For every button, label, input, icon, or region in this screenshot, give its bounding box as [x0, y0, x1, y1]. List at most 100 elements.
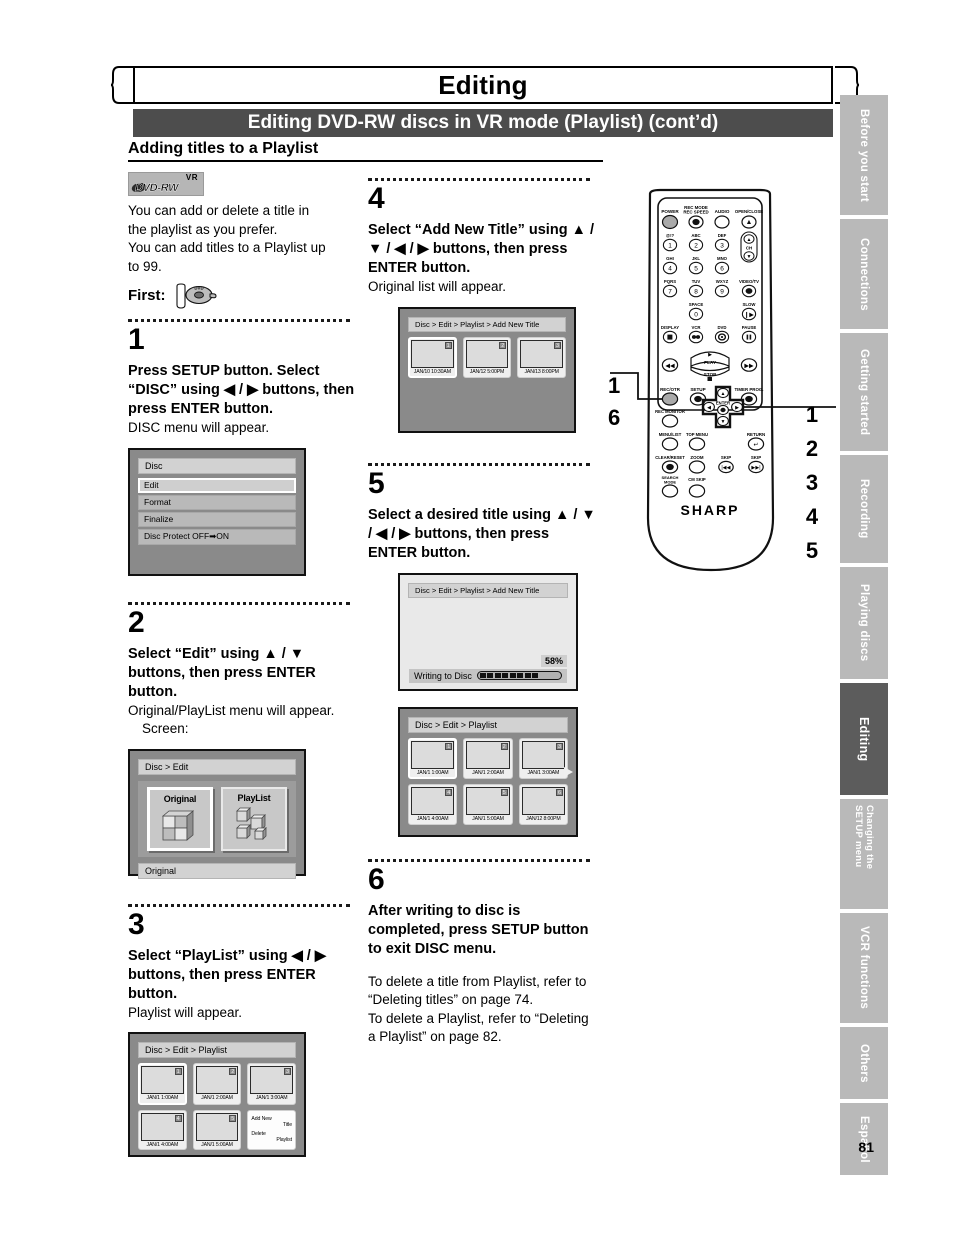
thumb-index: 2	[499, 341, 507, 349]
menu-item-disc-protect[interactable]: Disc Protect OFF➡ON	[138, 528, 296, 545]
svg-text:SHARP: SHARP	[680, 502, 739, 518]
playlist-thumb[interactable]: 2 JAN/1 2:00AM	[192, 1063, 242, 1105]
thumb-caption: JAN/1 3:00AM	[527, 769, 560, 776]
original-thumb[interactable]: 1 JAN/10 10:30AM	[408, 336, 457, 378]
playlist-thumb[interactable]: 3 JAN/1 3:00AM	[518, 737, 568, 779]
thumb-image: 6	[521, 787, 565, 815]
card-original[interactable]: Original	[147, 786, 213, 851]
intro-line-4: to 99.	[128, 258, 162, 274]
menu-item-format[interactable]: Format	[138, 494, 296, 510]
playlist-cubes-icon	[231, 805, 277, 845]
dvd-rw-vr-badge: VR DVD-RW	[128, 172, 204, 196]
svg-text:RETURN: RETURN	[747, 432, 765, 437]
osd-breadcrumb: Disc > Edit > Playlist	[408, 716, 568, 733]
menu-item-edit[interactable]: Edit	[138, 477, 296, 493]
step-number-4: 4	[368, 182, 385, 215]
svg-text:REC/OTR: REC/OTR	[660, 387, 681, 392]
svg-text:TUV: TUV	[692, 279, 701, 284]
menu-item-finalize[interactable]: Finalize	[138, 511, 296, 527]
first-requirement-row: First: DVD	[128, 283, 356, 309]
thumb-caption: JAN/10 10:30AM	[413, 368, 451, 375]
thumb-image: 3	[250, 1066, 293, 1094]
step-1-instruction: Press SETUP button. Select “DISC” using …	[128, 363, 355, 417]
original-thumb[interactable]: 2 JAN/12 5:00PM	[462, 336, 512, 378]
step-number-5: 5	[368, 466, 385, 500]
thumb-caption: JAN/1 3:00AM	[255, 1095, 288, 1101]
sidebar-tab-vcr-functions[interactable]: VCR functions	[840, 913, 888, 1023]
svg-text:DEF: DEF	[718, 233, 727, 238]
playlist-thumb[interactable]: 5 JAN/1 5:00AM	[463, 784, 513, 825]
svg-text:▶▶|: ▶▶|	[751, 465, 760, 471]
thumb-caption: JAN/1 2:00AM	[472, 769, 504, 776]
step-separator	[128, 903, 350, 907]
step-6-note-2: To delete a Playlist, refer to “Deleting…	[368, 1010, 589, 1045]
svg-text:MNO: MNO	[717, 256, 728, 261]
badge-disc-label: DVD-RW	[135, 182, 179, 194]
playlist-thumb[interactable]: 6 JAN/12 8:00PM	[518, 784, 568, 825]
thumb-caption: JAN/12 5:00PM	[469, 368, 505, 375]
playlist-action-cell[interactable]: Add New Title Delete Playlist	[247, 1109, 296, 1150]
thumb-image: 1	[141, 1066, 184, 1094]
sidebar-tab-changing-setup-menu[interactable]: Changing the SETUP menu	[840, 799, 888, 909]
playlist-thumb[interactable]: 2 JAN/1 2:00AM	[463, 737, 513, 779]
disc-and-remote-icon: DVD	[174, 283, 218, 309]
thumb-image: 1	[411, 339, 454, 368]
badge-vr-label: VR	[185, 173, 198, 182]
thumb-image: 3	[520, 339, 563, 368]
sidebar-tab-editing[interactable]: Editing	[840, 683, 888, 795]
writing-status-bar: Writing to Disc	[409, 668, 567, 683]
svg-text:▲: ▲	[746, 219, 753, 226]
svg-text:SKIP: SKIP	[721, 455, 731, 460]
card-playlist[interactable]: PlayList	[221, 786, 287, 851]
step-5-instruction: Select a desired title using ▲ / ▼ / ◀ /…	[368, 506, 596, 561]
playlist-thumb[interactable]: 4 JAN/1 4:00AM	[408, 784, 458, 825]
page-number: 81	[858, 1139, 874, 1155]
progress-bar	[476, 671, 562, 680]
original-cube-icon	[157, 806, 203, 846]
thumb-image: 4	[141, 1112, 184, 1141]
thumb-caption: JAN/1 4:00AM	[416, 816, 449, 822]
sidebar-tab-getting-started[interactable]: Getting started	[840, 333, 888, 451]
osd-original-playlist: Disc > Edit Original PlayList Original	[128, 748, 306, 879]
original-thumb[interactable]: 3 JAN/13 8:00PM	[517, 336, 566, 378]
svg-text:▲: ▲	[721, 391, 726, 397]
osd-playlist-grid-after: Disc > Edit > Playlist 1 JAN/1 1:00AM 2 …	[398, 706, 578, 837]
svg-text:3: 3	[720, 243, 724, 250]
osd-add-new-title-list: Disc > Edit > Playlist > Add New Title 1…	[398, 306, 576, 433]
thumb-index: 3	[554, 341, 561, 349]
playlist-thumb[interactable]: 1 JAN/1 1:00AM	[138, 1063, 187, 1105]
thumb-image: 5	[466, 787, 510, 815]
playlist-thumb[interactable]: 5 JAN/1 5:00AM	[192, 1109, 242, 1150]
callout-right-1: 1	[805, 402, 819, 427]
sidebar-tab-before-you-start[interactable]: Before you start	[840, 95, 888, 215]
thumb-caption: JAN/1 5:00AM	[201, 1141, 233, 1148]
svg-text:STOP: STOP	[704, 372, 716, 377]
svg-text:@!?: @!?	[666, 233, 675, 238]
svg-text:▶▶: ▶▶	[744, 364, 754, 370]
svg-text:OPEN/CLOSE: OPEN/CLOSE	[735, 209, 763, 214]
section-title: Editing DVD-RW discs in VR mode (Playlis…	[247, 112, 719, 133]
osd-breadcrumb: Disc > Edit > Playlist	[138, 1042, 296, 1058]
sidebar-tab-playing-discs[interactable]: Playing discs	[840, 567, 888, 679]
remote-callouts-left: 1 6	[608, 370, 620, 434]
svg-text:DVD: DVD	[194, 285, 203, 290]
svg-text:TOP MENU: TOP MENU	[686, 432, 708, 437]
svg-text:SPACE: SPACE	[689, 302, 704, 307]
sidebar-tab-others[interactable]: Others	[840, 1027, 888, 1099]
playlist-thumb[interactable]: 3 JAN/1 3:00AM	[247, 1063, 296, 1105]
write-percent: 58%	[540, 654, 567, 667]
sidebar-tab-recording[interactable]: Recording	[840, 455, 888, 563]
next-page-arrow-icon[interactable]	[564, 766, 573, 777]
svg-text:6: 6	[720, 266, 724, 273]
svg-text:▶: ▶	[708, 352, 712, 358]
sidebar-tab-connections[interactable]: Connections	[840, 219, 888, 329]
playlist-thumb[interactable]: 1 JAN/1 1:00AM	[408, 737, 458, 779]
svg-text:5: 5	[694, 266, 698, 273]
svg-text:TIMER PROG.: TIMER PROG.	[734, 387, 763, 392]
step-separator	[128, 319, 350, 322]
action-title: Title	[282, 1122, 292, 1129]
step-number-1: 1	[128, 323, 145, 356]
osd-breadcrumb: Disc	[138, 457, 296, 474]
playlist-thumb[interactable]: 4 JAN/1 4:00AM	[138, 1109, 187, 1150]
original-thumbnail-row: 1 JAN/10 10:30AM 2 JAN/12 5:00PM 3 JAN/1…	[408, 336, 566, 378]
